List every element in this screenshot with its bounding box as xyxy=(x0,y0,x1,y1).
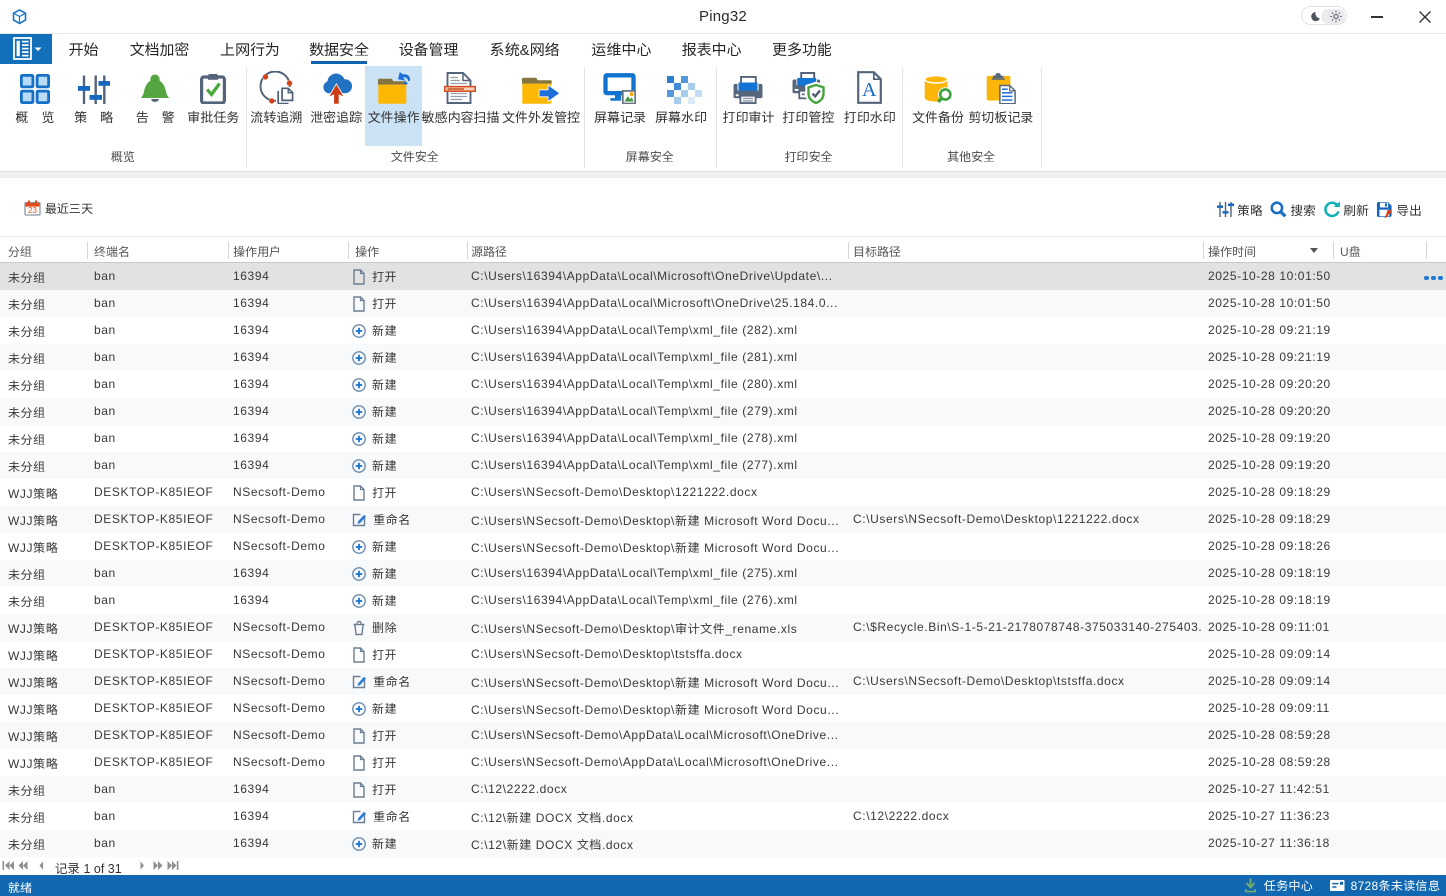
svg-text:A: A xyxy=(862,79,877,101)
svg-text:23: 23 xyxy=(28,206,37,215)
